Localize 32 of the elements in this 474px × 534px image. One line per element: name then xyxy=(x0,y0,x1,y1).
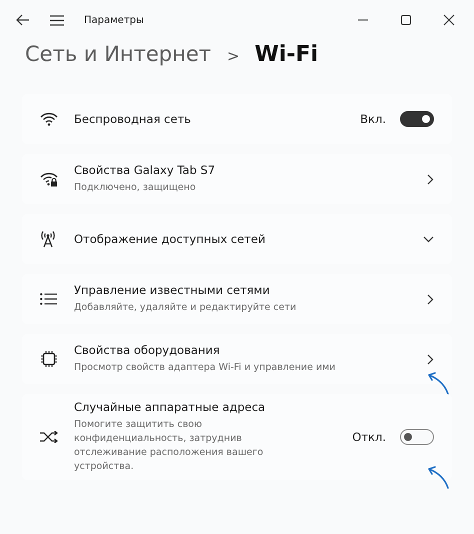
menu-icon[interactable] xyxy=(50,14,64,26)
breadcrumb-separator: > xyxy=(227,47,240,65)
shuffle-icon xyxy=(40,431,58,443)
setting-description: Помогите защитить свою конфиденциальность, затруднив отслеживание расположения вашего устройства. xyxy=(74,418,264,474)
setting-title: Свойства оборудования xyxy=(74,343,221,357)
setting-description: Подключено, защищено xyxy=(74,181,197,195)
chevron-right-icon[interactable] xyxy=(427,354,434,364)
setting-description: Просмотр свойств адаптера Wi-Fi и управление ими xyxy=(74,361,336,375)
setting-title: Случайные аппаратные адреса xyxy=(74,400,266,414)
setting-title: Отображение доступных сетей xyxy=(74,232,266,246)
chip-icon xyxy=(40,350,58,368)
toggle-state-label: Вкл. xyxy=(360,112,386,126)
breadcrumb-parent[interactable]: Сеть и Интернет xyxy=(25,42,211,66)
wifi-lock-icon xyxy=(40,172,58,186)
window-title: Параметры xyxy=(84,14,144,26)
antenna-icon xyxy=(40,230,56,248)
setting-description: Добавляйте, удаляйте и редактируйте сети xyxy=(74,301,298,315)
chevron-right-icon[interactable] xyxy=(427,294,434,304)
maximize-icon[interactable] xyxy=(400,14,412,26)
wifi-icon xyxy=(40,112,58,126)
chevron-down-icon[interactable] xyxy=(423,236,434,242)
chevron-right-icon[interactable] xyxy=(427,174,434,184)
toggle-state-label: Откл. xyxy=(352,430,386,444)
setting-title: Беспроводная сеть xyxy=(74,112,192,126)
setting-title: Свойства Galaxy Tab S7 xyxy=(74,163,216,177)
page-title: Wi-Fi xyxy=(254,42,318,67)
setting-title: Управление известными сетями xyxy=(74,283,271,297)
close-icon[interactable] xyxy=(443,14,455,26)
back-icon[interactable] xyxy=(16,14,30,26)
list-icon xyxy=(40,293,57,305)
toggle-switch[interactable] xyxy=(400,429,434,445)
toggle-switch[interactable] xyxy=(400,111,434,127)
